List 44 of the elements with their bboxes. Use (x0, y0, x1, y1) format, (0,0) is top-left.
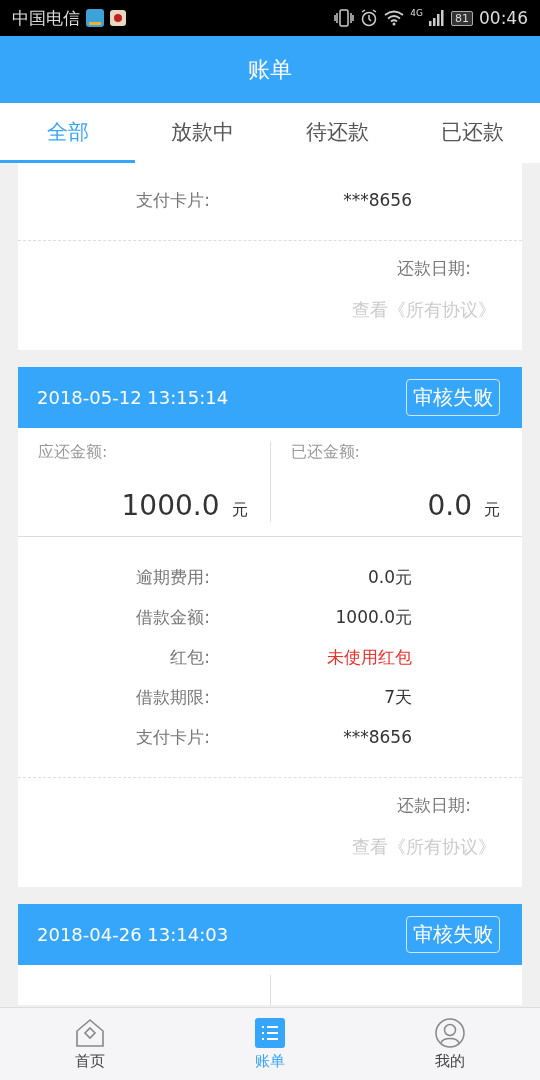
detail-value: 7天 (383, 685, 412, 709)
tab[interactable]: 待还款 (270, 103, 405, 163)
nav-item[interactable]: 我的 (360, 1008, 540, 1080)
currency-unit: 元 (484, 500, 500, 521)
alarm-icon (360, 9, 379, 27)
due-date-label: 还款日期: (397, 794, 471, 817)
detail-label: 支付卡片: (135, 188, 210, 212)
app-icon (110, 10, 126, 26)
wifi-icon (384, 10, 405, 26)
detail-value: 未使用红包 (326, 645, 412, 669)
detail-label: 借款期限: (135, 685, 210, 709)
currency-unit: 元 (231, 500, 248, 521)
bill-date: 2018-04-26 13:14:03 (37, 924, 229, 945)
battery-level: 81 (451, 10, 473, 26)
list-icon (255, 1017, 285, 1048)
home-icon (75, 1017, 105, 1048)
detail-value: ***8656 (342, 727, 412, 747)
page-title: 账单 (248, 55, 292, 84)
due-date-label: 还款日期: (397, 257, 471, 280)
amount-value: 1000.0 (121, 489, 220, 522)
nav-item[interactable]: 首页 (0, 1008, 180, 1080)
app-icon (86, 9, 104, 27)
carrier-name: 中国电信 (12, 6, 80, 30)
network-type: 4G (410, 8, 423, 18)
detail-label: 红包: (169, 645, 210, 669)
status-button[interactable]: 审核失败 (406, 379, 500, 416)
user-icon (435, 1017, 465, 1048)
tab[interactable]: 放款中 (135, 103, 270, 163)
amount-label: 应还金额: (38, 442, 109, 463)
amount-label: 已还金额: (290, 442, 361, 463)
detail-label: 借款金额: (135, 605, 210, 629)
amount-value: 0.0 (427, 489, 472, 522)
tab[interactable]: 已还款 (405, 103, 540, 163)
detail-label: 逾期费用: (135, 565, 210, 589)
signal-icon (429, 10, 445, 26)
detail-value: 0.0元 (366, 565, 412, 589)
clock-time: 00:46 (479, 8, 528, 28)
detail-value: 1000.0元 (334, 605, 412, 629)
status-button[interactable]: 审核失败 (406, 916, 500, 953)
bill-date: 2018-05-12 13:15:14 (37, 387, 229, 408)
detail-label: 支付卡片: (135, 725, 210, 749)
detail-value: ***8656 (342, 190, 412, 210)
nav-item[interactable]: 账单 (180, 1008, 360, 1080)
vibrate-icon (334, 9, 355, 27)
